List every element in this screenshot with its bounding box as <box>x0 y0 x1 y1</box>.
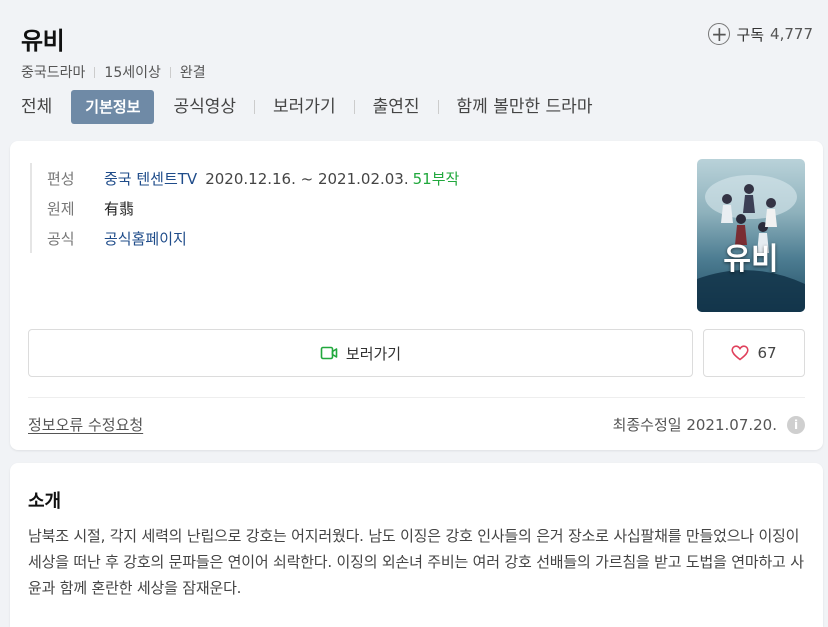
meta-genre: 중국드라마 <box>21 65 86 81</box>
meta-status: 완결 <box>179 65 206 81</box>
tab-all[interactable]: 전체 <box>10 90 63 124</box>
info-icon[interactable]: i <box>787 415 805 434</box>
page-title: 유비 <box>21 27 65 55</box>
tab-bar: 전체 기본정보 공식영상 보러가기 출연진 함께 볼만한 드라마 <box>10 90 603 124</box>
tab-divider <box>437 100 439 114</box>
subscribe-count: 4,777 <box>770 25 813 43</box>
info-key-official: 공식 <box>47 229 75 248</box>
info-key-original: 원제 <box>47 199 75 218</box>
drama-meta: 중국드라마 15세이상 완결 <box>21 62 206 82</box>
broadcast-dates: 2020.12.16. ~ 2021.02.03. <box>205 169 409 188</box>
heart-icon <box>731 345 750 361</box>
plus-icon[interactable]: + <box>708 23 731 45</box>
info-list: 편성 중국 텐센트TV 2020.12.16. ~ 2021.02.03. 51부작… <box>30 163 459 253</box>
tab-basic-info[interactable]: 기본정보 <box>71 90 155 124</box>
like-count: 67 <box>757 344 777 362</box>
card-divider <box>28 397 805 398</box>
tab-official-video[interactable]: 공식영상 <box>162 90 247 124</box>
watch-button-label: 보러가기 <box>345 344 402 363</box>
tab-divider <box>353 100 355 114</box>
tab-watch[interactable]: 보러가기 <box>262 90 347 124</box>
info-val-official: 공식홈페이지 <box>104 228 187 249</box>
original-title: 有翡 <box>104 199 135 218</box>
meta-rating: 15세이상 <box>104 65 161 81</box>
report-error-link[interactable]: 정보오류 수정요청 <box>28 414 143 435</box>
watch-button[interactable]: 보러가기 <box>28 329 693 377</box>
info-row-broadcast: 편성 중국 텐센트TV 2020.12.16. ~ 2021.02.03. 51부작 <box>47 163 459 193</box>
tab-cast[interactable]: 출연진 <box>362 90 431 124</box>
drama-header: 유비 + 구독 4,777 중국드라마 15세이상 완결 전체 기본정보 공식영… <box>0 0 828 140</box>
poster-title: 유비 <box>723 242 779 277</box>
subscribe-label: 구독 <box>736 25 765 44</box>
broadcast-channel-link[interactable]: 중국 텐센트TV <box>104 170 197 188</box>
info-key-broadcast: 편성 <box>47 169 75 188</box>
last-updated-text: 최종수정일 2021.07.20. <box>612 416 777 434</box>
synopsis-title: 소개 <box>28 491 62 512</box>
subscribe-button[interactable]: + 구독 4,777 <box>708 23 813 45</box>
tab-recommended[interactable]: 함께 볼만한 드라마 <box>446 90 604 124</box>
episode-count: 51부작 <box>412 169 460 188</box>
info-row-original: 원제 有翡 <box>47 193 459 223</box>
official-homepage-link[interactable]: 공식홈페이지 <box>104 230 187 248</box>
meta-divider <box>94 66 96 78</box>
meta-divider <box>169 66 171 78</box>
video-camera-icon <box>320 346 338 360</box>
synopsis-text: 남북조 시절, 각지 세력의 난립으로 강호는 어지러웠다. 남도 이징은 강호… <box>28 527 804 597</box>
info-val-broadcast: 중국 텐센트TV 2020.12.16. ~ 2021.02.03. 51부작 <box>104 168 459 189</box>
last-updated: 최종수정일 2021.07.20. i <box>613 414 805 435</box>
like-button[interactable]: 67 <box>703 329 805 377</box>
info-row-official: 공식 공식홈페이지 <box>47 223 459 253</box>
tab-divider <box>254 100 256 114</box>
drama-poster[interactable]: 유비 <box>697 159 805 312</box>
synopsis-card: 소개 남북조 시절, 각지 세력의 난립으로 강호는 어지러웠다. 남도 이징은… <box>10 463 823 627</box>
basic-info-card: 편성 중국 텐센트TV 2020.12.16. ~ 2021.02.03. 51부작… <box>10 141 823 450</box>
